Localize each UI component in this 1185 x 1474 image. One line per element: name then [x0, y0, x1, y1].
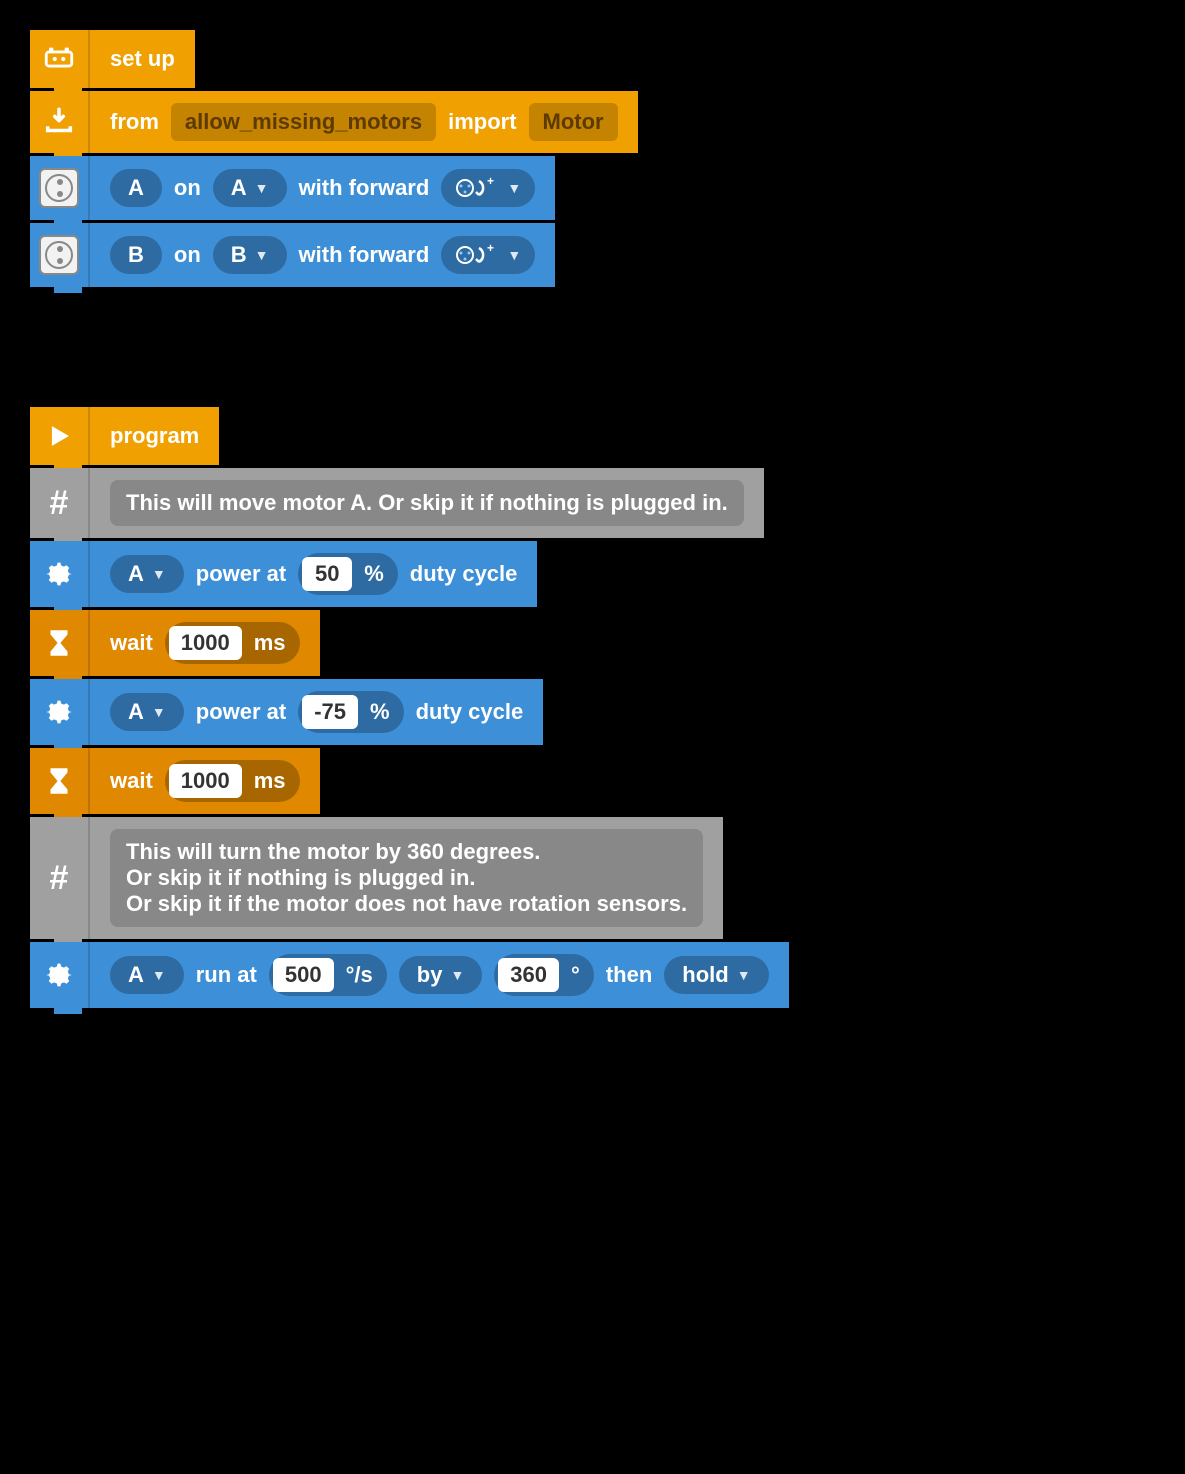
duty-label: duty cycle: [410, 561, 518, 587]
chevron-down-icon: ▼: [152, 704, 166, 720]
program-stack: program # This will move motor A. Or ski…: [30, 407, 1155, 1008]
program-header-block[interactable]: program: [30, 407, 219, 465]
rotation-cw-icon: +: [455, 242, 497, 268]
gear-icon: [30, 679, 90, 745]
power-label: power at: [196, 699, 286, 725]
ms-input[interactable]: 1000ms: [165, 622, 300, 664]
direction-dropdown[interactable]: + ▼: [441, 169, 535, 207]
motor-b-setup-block[interactable]: B on B▼ with forward + ▼: [30, 223, 555, 287]
motor-a-setup-block[interactable]: A on A▼ with forward + ▼: [30, 156, 555, 220]
var-a-pill[interactable]: A: [110, 169, 162, 207]
duty-label: duty cycle: [416, 699, 524, 725]
class-field[interactable]: Motor: [529, 103, 618, 141]
comment-block-2[interactable]: # This will turn the motor by 360 degree…: [30, 817, 723, 939]
mode-dropdown[interactable]: by▼: [399, 956, 483, 994]
import-label: import: [448, 109, 516, 135]
ms-input[interactable]: 1000ms: [165, 760, 300, 802]
direction-dropdown[interactable]: + ▼: [441, 236, 535, 274]
svg-text:+: +: [487, 175, 494, 188]
action-dropdown[interactable]: hold▼: [664, 956, 768, 994]
then-label: then: [606, 962, 652, 988]
setup-stack: set up from allow_missing_motors import …: [30, 30, 1155, 287]
chevron-down-icon: ▼: [152, 566, 166, 582]
power-block-2[interactable]: A▼ power at -75% duty cycle: [30, 679, 543, 745]
speed-input[interactable]: 500°/s: [269, 954, 387, 996]
hash-icon: #: [30, 817, 90, 939]
chevron-down-icon: ▼: [255, 247, 269, 263]
motor-icon: [30, 156, 90, 220]
motor-dropdown[interactable]: A▼: [110, 555, 184, 593]
hourglass-icon: [30, 748, 90, 814]
import-icon: [30, 91, 90, 153]
chevron-down-icon: ▼: [507, 247, 521, 263]
motor-dropdown[interactable]: A▼: [110, 956, 184, 994]
comment-text[interactable]: This will move motor A. Or skip it if no…: [110, 480, 744, 526]
motor-dropdown[interactable]: A▼: [110, 693, 184, 731]
wait-block-1[interactable]: wait 1000ms: [30, 610, 320, 676]
hash-icon: #: [30, 468, 90, 538]
gear-icon: [30, 942, 90, 1008]
hourglass-icon: [30, 610, 90, 676]
setup-header-block[interactable]: set up: [30, 30, 195, 88]
hub-icon: [30, 30, 90, 88]
port-a-dropdown[interactable]: A▼: [213, 169, 287, 207]
comment-block-1[interactable]: # This will move motor A. Or skip it if …: [30, 468, 764, 538]
from-label: from: [110, 109, 159, 135]
power-label: power at: [196, 561, 286, 587]
comment-text[interactable]: This will turn the motor by 360 degrees.…: [110, 829, 703, 927]
rotation-cw-icon: +: [455, 175, 497, 201]
withfwd-label: with forward: [299, 175, 430, 201]
wait-block-2[interactable]: wait 1000ms: [30, 748, 320, 814]
chevron-down-icon: ▼: [255, 180, 269, 196]
svg-text:+: +: [487, 242, 494, 255]
var-b-pill[interactable]: B: [110, 236, 162, 274]
chevron-down-icon: ▼: [507, 180, 521, 196]
runat-label: run at: [196, 962, 257, 988]
play-icon: [30, 407, 90, 465]
percent-input[interactable]: 50%: [298, 553, 398, 595]
motor-icon: [30, 223, 90, 287]
on-label: on: [174, 175, 201, 201]
wait-label: wait: [110, 630, 153, 656]
import-block[interactable]: from allow_missing_motors import Motor: [30, 91, 638, 153]
withfwd-label: with forward: [299, 242, 430, 268]
chevron-down-icon: ▼: [737, 967, 751, 983]
wait-label: wait: [110, 768, 153, 794]
run-block[interactable]: A▼ run at 500°/s by▼ 360° then hold▼: [30, 942, 789, 1008]
port-b-dropdown[interactable]: B▼: [213, 236, 287, 274]
setup-label: set up: [110, 46, 175, 72]
power-block-1[interactable]: A▼ power at 50% duty cycle: [30, 541, 537, 607]
percent-input[interactable]: -75%: [298, 691, 403, 733]
angle-input[interactable]: 360°: [494, 954, 594, 996]
program-label: program: [110, 423, 199, 449]
gear-icon: [30, 541, 90, 607]
module-field[interactable]: allow_missing_motors: [171, 103, 436, 141]
chevron-down-icon: ▼: [152, 967, 166, 983]
on-label: on: [174, 242, 201, 268]
chevron-down-icon: ▼: [450, 967, 464, 983]
